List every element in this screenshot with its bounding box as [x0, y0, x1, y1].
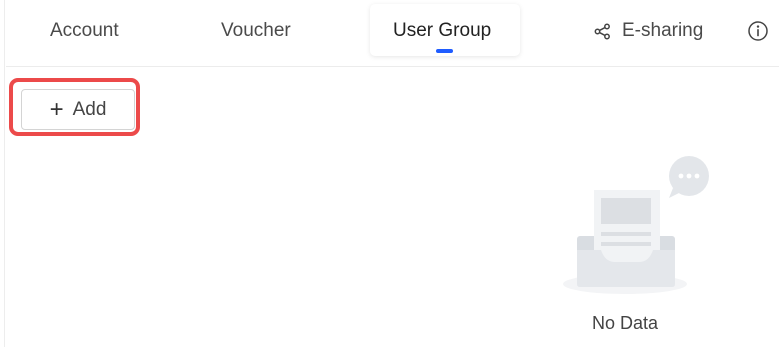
info-icon[interactable]: [747, 20, 769, 42]
plus-icon: +: [49, 95, 64, 123]
tab-user-group-label: User Group: [393, 20, 492, 41]
add-button[interactable]: + Add: [21, 89, 135, 130]
add-button-label: Add: [72, 98, 107, 120]
no-data-text: No Data: [591, 313, 659, 333]
empty-state: No Data: [555, 152, 715, 337]
active-tab-indicator: [436, 49, 453, 53]
tab-account[interactable]: Account: [50, 18, 119, 44]
tab-e-sharing-label: E-sharing: [622, 20, 704, 41]
share-icon: [594, 23, 610, 39]
tab-bar-divider: [6, 66, 779, 67]
tab-e-sharing[interactable]: E-sharing: [594, 18, 703, 44]
empty-inbox-icon: [563, 156, 709, 294]
tab-voucher[interactable]: Voucher: [221, 18, 291, 44]
tab-bar: Account Voucher User Group E-sharing: [0, 0, 779, 66]
tab-user-group[interactable]: User Group: [370, 4, 520, 56]
